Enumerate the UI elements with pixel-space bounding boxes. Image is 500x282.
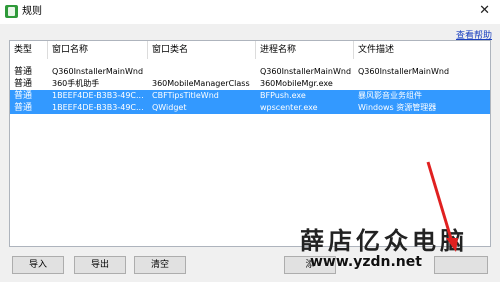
cell-process: wpscenter.exe: [260, 103, 318, 112]
watermark-url: www.yzdn.net: [310, 254, 422, 270]
cell-class-name: [148, 66, 256, 78]
ok-button[interactable]: [434, 256, 488, 274]
cell-class-name: QWidget: [152, 103, 187, 112]
column-header-window-name[interactable]: 窗口名称: [48, 41, 148, 59]
app-icon: [5, 5, 18, 18]
column-header-type[interactable]: 类型: [10, 41, 48, 59]
table-row[interactable]: 普通 Q360InstallerMainWnd Q360InstallerMai…: [10, 66, 490, 78]
table-row[interactable]: 普通 1BEEF4DE-B3B3-49C... CBFTipsTitleWnd …: [10, 90, 490, 102]
table-header: 类型 窗口名称 窗口类名 进程名称 文件描述: [10, 41, 490, 59]
column-header-class-name[interactable]: 窗口类名: [148, 41, 256, 59]
cell-window-name: 1BEEF4DE-B3B3-49C...: [52, 103, 144, 112]
watermark-text: 薛店亿众电脑: [300, 226, 468, 255]
cell-description: Q360InstallerMainWnd: [358, 67, 450, 76]
cell-description: 暴风影音业务组件: [358, 91, 422, 100]
cell-type: 普通: [14, 103, 33, 113]
import-button[interactable]: 导入: [12, 256, 64, 274]
cell-class-name: CBFTipsTitleWnd: [152, 91, 219, 100]
rules-table: 类型 窗口名称 窗口类名 进程名称 文件描述 普通 Q360InstallerM…: [9, 40, 491, 247]
title-bar: 规则 ✕: [0, 0, 500, 24]
cell-type: 普通: [14, 79, 33, 89]
cell-description: [354, 78, 490, 90]
table-row[interactable]: 普通 360手机助手 360MobileManagerClass 360Mobi…: [10, 78, 490, 90]
window-title: 规则: [22, 6, 42, 17]
cell-process: BFPush.exe: [260, 91, 306, 100]
column-header-description[interactable]: 文件描述: [354, 41, 490, 59]
cell-window-name: 1BEEF4DE-B3B3-49C...: [52, 91, 144, 100]
cell-window-name: 360手机助手: [52, 79, 100, 88]
cell-process: Q360InstallerMainWnd: [260, 67, 352, 76]
cell-process: 360MobileMgr.exe: [260, 79, 333, 88]
cell-type: 普通: [14, 91, 33, 101]
cell-class-name: 360MobileManagerClass: [152, 79, 250, 88]
export-button[interactable]: 导出: [74, 256, 126, 274]
column-header-process[interactable]: 进程名称: [256, 41, 354, 59]
close-icon[interactable]: ✕: [479, 2, 490, 20]
table-row[interactable]: 普通 1BEEF4DE-B3B3-49C... QWidget wpscente…: [10, 102, 490, 114]
cell-window-name: Q360InstallerMainWnd: [52, 67, 144, 76]
clear-button[interactable]: 清空: [134, 256, 186, 274]
cell-description: Windows 资源管理器: [358, 103, 437, 112]
cell-type: 普通: [14, 67, 33, 77]
